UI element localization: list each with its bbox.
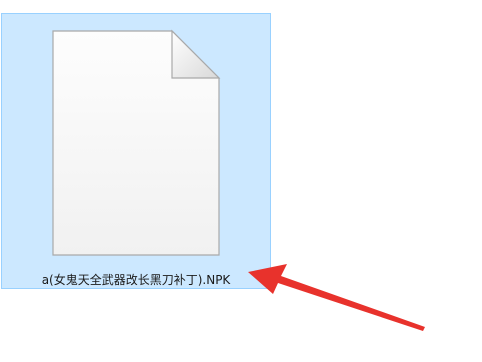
file-name-label[interactable]: a(女鬼天全武器改长黑刀补丁).NPK <box>1 271 271 288</box>
blank-document-icon[interactable] <box>50 28 222 258</box>
